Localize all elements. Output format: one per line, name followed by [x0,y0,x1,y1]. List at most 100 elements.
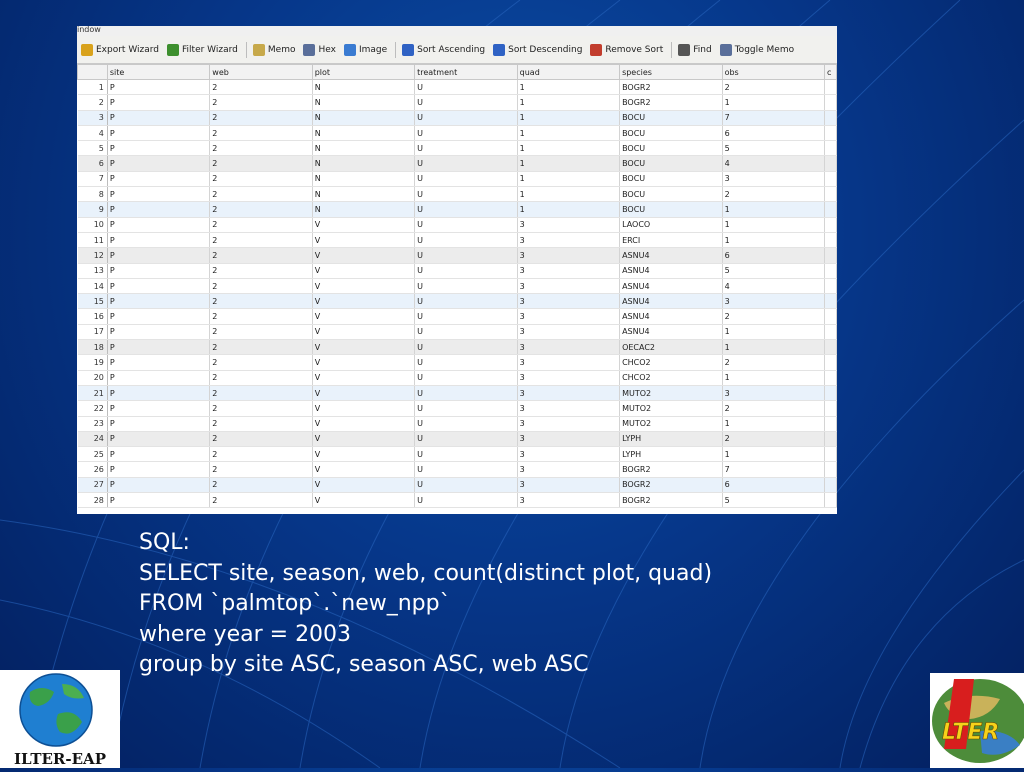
table-cell[interactable]: 1 [722,446,825,463]
table-cell[interactable]: P [107,477,211,494]
table-cell[interactable]: U [414,461,518,478]
toggle-memo-button[interactable]: Toggle Memo [719,43,794,56]
table-cell[interactable]: 2 [209,186,313,203]
table-cell[interactable]: 2 [722,400,825,417]
table-cell[interactable]: 1 [517,110,621,126]
table-cell[interactable]: OECAC2 [619,339,723,356]
table-cell[interactable]: U [414,155,518,172]
table-cell[interactable]: BOGR2 [619,461,723,478]
memo-button[interactable]: Memo [252,43,295,56]
table-cell[interactable]: 2 [209,339,313,356]
table-cell[interactable]: CHCO2 [619,370,723,386]
table-cell[interactable]: V [312,461,416,478]
table-cell[interactable]: U [414,247,518,264]
table-cell[interactable]: 3 [517,263,621,279]
table-row[interactable]: 12 P 2 V U 3 ASNU4 6 [77,247,837,264]
table-cell[interactable]: 1 [517,155,621,172]
table-cell[interactable]: ASNU4 [619,278,723,295]
table-row[interactable]: 16 P 2 V U 3 ASNU4 2 [77,308,837,325]
table-cell[interactable]: U [414,125,518,142]
table-cell[interactable]: 3 [517,324,621,341]
table-cell[interactable]: 2 [209,492,313,509]
table-cell[interactable]: ASNU4 [619,324,723,341]
table-cell[interactable]: BOCU [619,155,723,172]
table-cell[interactable]: 2 [209,140,313,157]
table-cell[interactable]: 2 [209,354,313,371]
table-row[interactable]: 9 P 2 N U 1 BOCU 1 [77,201,837,218]
table-cell[interactable]: 6 [722,247,825,264]
table-row[interactable]: 13 P 2 V U 3 ASNU4 5 [77,263,837,279]
table-cell[interactable]: 2 [209,477,313,494]
table-cell[interactable]: V [312,339,416,356]
table-cell[interactable]: 3 [722,385,825,402]
table-cell[interactable]: U [414,477,518,494]
table-cell[interactable]: U [414,232,518,249]
column-header-obs[interactable]: obs [721,64,825,80]
table-cell[interactable]: 3 [517,492,621,509]
filter-wizard-button[interactable]: Filter Wizard [167,43,238,56]
table-cell[interactable]: P [107,400,211,417]
table-cell[interactable]: P [107,324,211,341]
table-cell[interactable]: BOGR2 [619,79,723,96]
table-cell[interactable]: P [107,431,211,448]
remove-sort-button[interactable]: Remove Sort [590,43,663,56]
table-cell[interactable]: P [107,79,211,96]
column-header-species[interactable]: species [619,64,723,80]
table-cell[interactable]: U [414,324,518,341]
table-cell[interactable]: 3 [722,293,825,310]
table-cell[interactable]: U [414,370,518,386]
table-cell[interactable]: N [312,140,416,157]
table-cell[interactable]: P [107,446,211,463]
table-cell[interactable]: N [312,186,416,203]
table-cell[interactable]: V [312,278,416,295]
table-cell[interactable]: U [414,201,518,218]
table-cell[interactable]: P [107,370,211,386]
table-cell[interactable]: 2 [209,293,313,310]
table-row[interactable]: 26 P 2 V U 3 BOGR2 7 [77,461,837,478]
table-cell[interactable]: 2 [209,263,313,279]
table-row[interactable]: 6 P 2 N U 1 BOCU 4 [77,155,837,172]
table-row[interactable]: 15 P 2 V U 3 ASNU4 3 [77,293,837,310]
table-cell[interactable]: 2 [209,79,313,96]
table-cell[interactable]: 1 [722,370,825,386]
table-cell[interactable]: 3 [722,171,825,188]
table-cell[interactable]: P [107,492,211,509]
table-cell[interactable]: 1 [517,140,621,157]
table-row[interactable]: 18 P 2 V U 3 OECAC2 1 [77,339,837,356]
table-cell[interactable]: N [312,125,416,142]
table-cell[interactable]: V [312,354,416,371]
table-cell[interactable]: 2 [722,79,825,96]
sort-descending-button[interactable]: Sort Descending [493,43,582,56]
table-cell[interactable]: U [414,140,518,157]
table-cell[interactable]: N [312,79,416,96]
table-cell[interactable]: U [414,293,518,310]
table-cell[interactable]: 2 [209,125,313,142]
table-cell[interactable]: 7 [722,110,825,126]
table-cell[interactable]: 5 [722,263,825,279]
table-cell[interactable]: 2 [722,308,825,325]
table-cell[interactable]: 2 [209,308,313,325]
table-cell[interactable]: 3 [517,217,621,233]
table-cell[interactable]: 4 [722,278,825,295]
table-cell[interactable]: 3 [517,385,621,402]
table-cell[interactable]: 7 [722,461,825,478]
table-cell[interactable]: 3 [517,400,621,417]
table-cell[interactable]: BOGR2 [619,94,723,111]
table-cell[interactable]: 4 [722,155,825,172]
table-cell[interactable]: V [312,431,416,448]
table-cell[interactable]: P [107,125,211,142]
table-cell[interactable]: P [107,155,211,172]
table-cell[interactable]: BOCU [619,201,723,218]
table-cell[interactable]: U [414,416,518,432]
table-cell[interactable]: P [107,461,211,478]
table-cell[interactable]: 2 [209,155,313,172]
table-cell[interactable]: 1 [722,324,825,341]
table-row[interactable]: 20 P 2 V U 3 CHCO2 1 [77,370,837,386]
table-cell[interactable]: BOCU [619,140,723,157]
sort-ascending-button[interactable]: Sort Ascending [402,43,485,56]
table-cell[interactable]: 1 [722,217,825,233]
table-cell[interactable]: P [107,232,211,249]
column-header-treatment[interactable]: treatment [414,64,518,80]
table-cell[interactable]: BOCU [619,186,723,203]
table-cell[interactable]: V [312,370,416,386]
